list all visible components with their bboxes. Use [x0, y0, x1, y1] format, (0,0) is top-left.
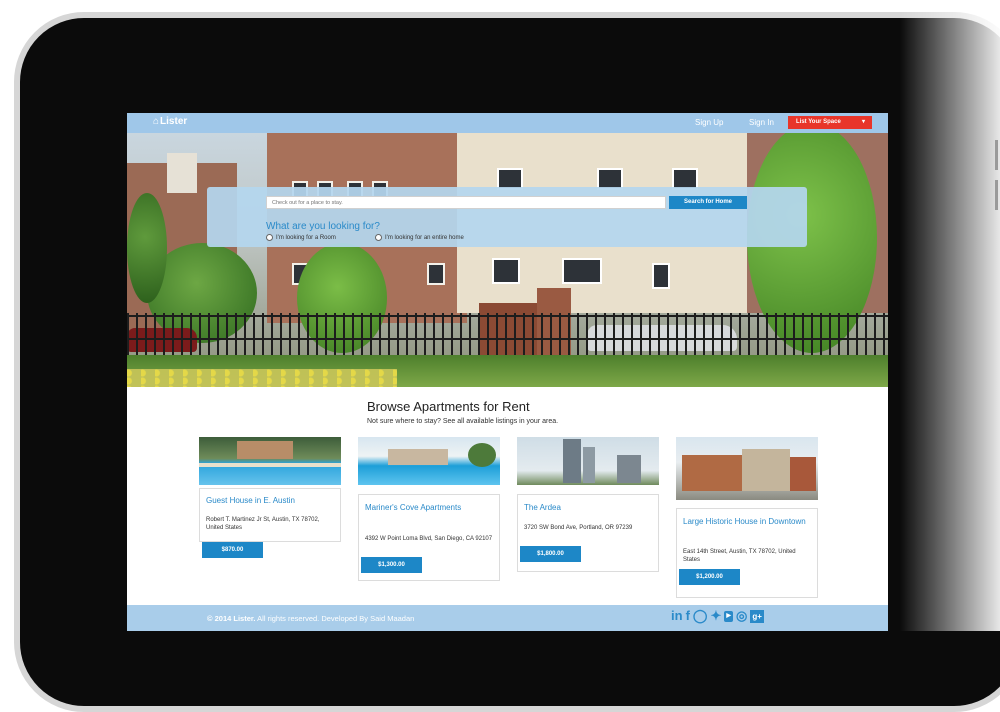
listing-card[interactable]: Guest House in E. Austin Robert T. Marti…: [199, 437, 341, 558]
listing-address: 3720 SW Bond Ave, Portland, OR 97239: [524, 525, 633, 531]
list-your-space-label: List Your Space: [796, 119, 841, 125]
window: [492, 258, 520, 284]
window: [427, 263, 445, 285]
listing-info: Large Historic House in Downtown East 14…: [676, 508, 818, 598]
radio-entire-home[interactable]: I'm looking for an entire home: [375, 234, 464, 241]
footer-brand: © 2014 Lister.: [207, 614, 256, 623]
listing-price-button[interactable]: $1,800.00: [520, 546, 581, 562]
radio-circle-icon[interactable]: [266, 234, 273, 241]
tablet-edge-highlight: [900, 12, 1000, 631]
listing-title[interactable]: Guest House in E. Austin: [206, 495, 336, 507]
listing-title[interactable]: The Ardea: [524, 502, 654, 514]
radio-room[interactable]: I'm looking for a Room: [266, 234, 336, 241]
footer-copyright: © 2014 Lister. All rights reserved. Deve…: [207, 614, 414, 623]
dribbble-icon[interactable]: ◎: [736, 608, 747, 624]
window: [652, 263, 670, 289]
radio-entire-home-label: I'm looking for an entire home: [385, 234, 464, 241]
twitter-icon[interactable]: ✦: [710, 608, 721, 624]
window: [562, 258, 602, 284]
search-question: What are you looking for?: [266, 221, 380, 232]
listing-info: Guest House in E. Austin Robert T. Marti…: [199, 488, 341, 542]
iron-fence: [127, 313, 888, 355]
listing-photo-tower[interactable]: [517, 437, 659, 485]
brand-name: Lister: [160, 116, 188, 127]
listing-address: 4392 W Point Loma Blvd, San Diego, CA 92…: [365, 536, 493, 542]
list-your-space-button[interactable]: List Your Space ▾: [788, 116, 872, 129]
social-links: in f ◯ ✦ ▶ ◎ g+: [671, 608, 767, 624]
hero-image: Search for Home What are you looking for…: [127, 133, 888, 387]
chimney: [167, 153, 197, 193]
radio-room-label: I'm looking for a Room: [276, 234, 336, 241]
listing-photo-pool[interactable]: [199, 437, 341, 485]
linkedin-icon[interactable]: in: [671, 608, 683, 624]
tablet-volume-up-button: [995, 140, 998, 170]
home-icon: ⌂: [153, 116, 160, 127]
listing-card[interactable]: The Ardea 3720 SW Bond Ave, Portland, OR…: [517, 437, 659, 587]
search-input[interactable]: [266, 196, 666, 209]
facebook-icon[interactable]: f: [686, 608, 690, 624]
fence-rail: [127, 315, 888, 317]
listing-info: Mariner's Cove Apartments 4392 W Point L…: [358, 494, 500, 581]
navbar: ⌂Lister Sign Up Sign In List Your Space …: [127, 113, 888, 133]
google-plus-icon[interactable]: g+: [750, 609, 764, 623]
fence-rail: [127, 338, 888, 340]
listing-photo-downtown[interactable]: [676, 437, 818, 500]
footer: © 2014 Lister. All rights reserved. Deve…: [127, 605, 888, 631]
listing-price-button[interactable]: $1,200.00: [679, 569, 740, 585]
sign-up-link[interactable]: Sign Up: [695, 118, 723, 127]
listing-photo-pool-cove[interactable]: [358, 437, 500, 485]
listing-card[interactable]: Large Historic House in Downtown East 14…: [676, 437, 818, 598]
search-for-home-button[interactable]: Search for Home: [669, 196, 747, 209]
sign-in-link[interactable]: Sign In: [749, 118, 774, 127]
listing-address: Robert T. Martinez Jr St, Austin, TX 787…: [206, 517, 320, 531]
listing-info: The Ardea 3720 SW Bond Ave, Portland, OR…: [517, 494, 659, 572]
listing-card[interactable]: Mariner's Cove Apartments 4392 W Point L…: [358, 437, 500, 587]
listing-address: East 14th Street, Austin, TX 78702, Unit…: [683, 549, 796, 563]
browse-title: Browse Apartments for Rent: [367, 399, 530, 414]
github-icon[interactable]: ◯: [693, 608, 708, 624]
browse-subtitle: Not sure where to stay? See all availabl…: [367, 418, 559, 425]
chevron-down-icon: ▾: [861, 119, 865, 125]
listing-title[interactable]: Mariner's Cove Apartments: [365, 502, 495, 514]
search-panel: Search for Home What are you looking for…: [207, 187, 807, 247]
footer-text: All rights reserved. Developed By Said M…: [255, 614, 415, 623]
flower-bed: [127, 369, 397, 387]
youtube-icon[interactable]: ▶: [724, 610, 733, 622]
website-screen: ⌂Lister Sign Up Sign In List Your Space …: [127, 113, 888, 631]
listing-price-button[interactable]: $1,300.00: [361, 557, 422, 573]
brand-logo[interactable]: ⌂Lister: [153, 116, 187, 127]
listing-title[interactable]: Large Historic House in Downtown: [683, 516, 813, 528]
tree-far-left: [127, 193, 167, 303]
radio-circle-icon[interactable]: [375, 234, 382, 241]
tablet-volume-down-button: [995, 180, 998, 210]
listing-price-button[interactable]: $870.00: [202, 542, 263, 558]
